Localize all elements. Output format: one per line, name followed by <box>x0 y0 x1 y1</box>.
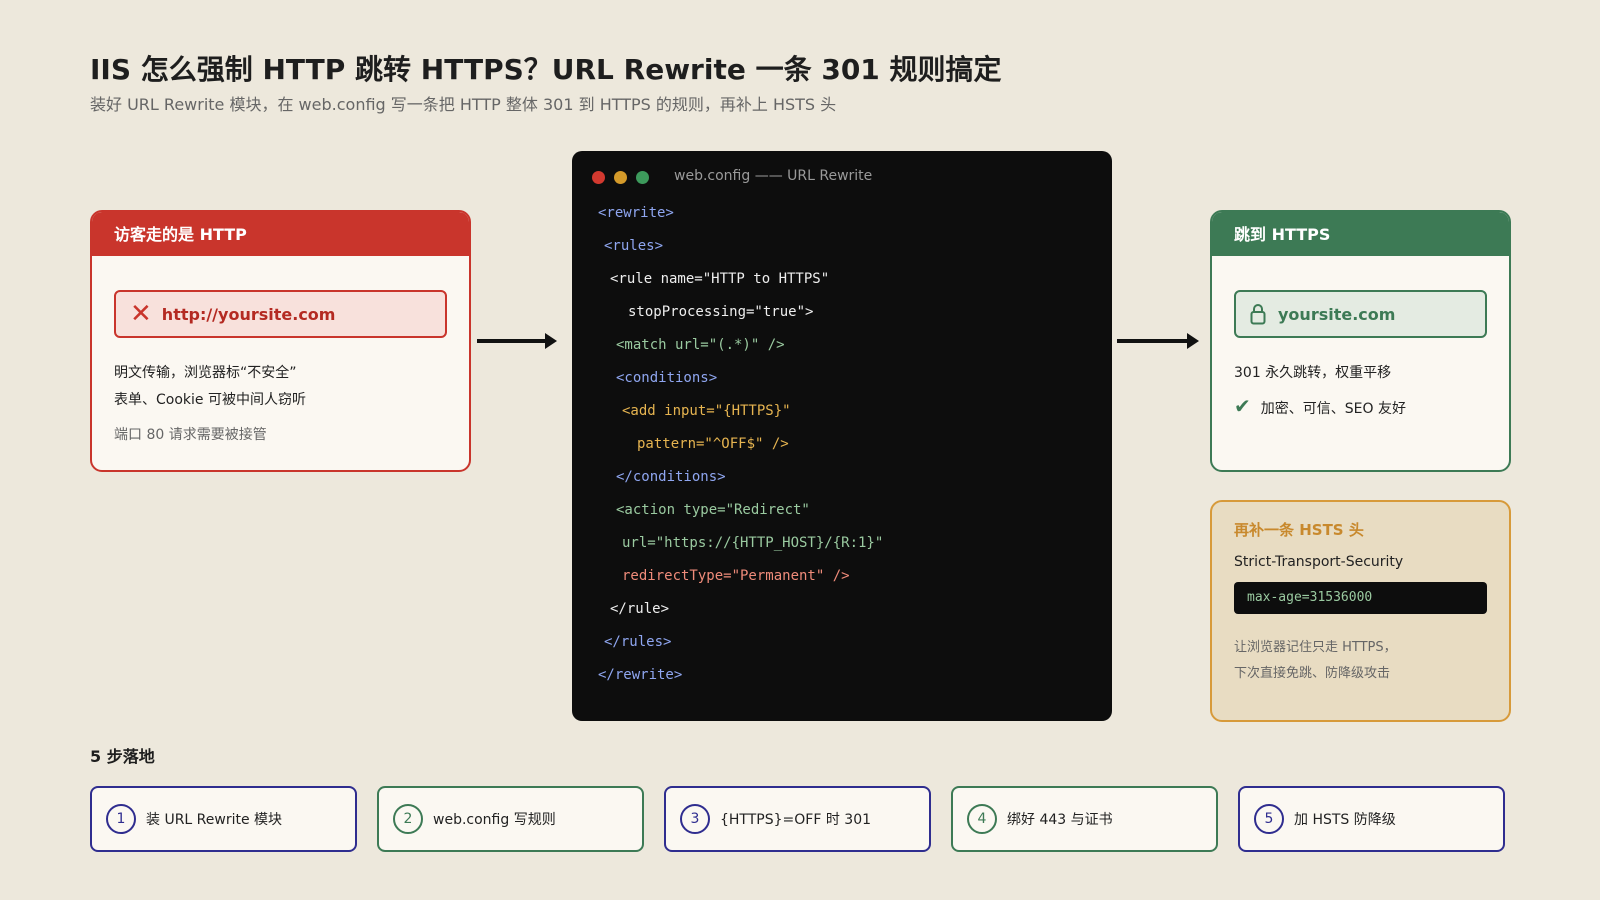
close-dot-icon <box>592 171 605 184</box>
https-url-box: yoursite.com <box>1234 290 1487 338</box>
code-line: redirectType="Permanent" /> <box>622 568 850 584</box>
code-window: web.config —— URL Rewrite <rewrite> <rul… <box>572 151 1112 721</box>
code-line: pattern="^OFF$" /> <box>637 436 789 452</box>
code-line: <rule name="HTTP to HTTPS" <box>610 271 830 287</box>
step-5: 5 加 HSTS 防降级 <box>1238 786 1505 852</box>
x-icon: ✕ <box>130 299 152 329</box>
step-number: 3 <box>680 804 710 834</box>
hsts-header-name: Strict-Transport-Security <box>1234 554 1404 570</box>
step-number: 4 <box>967 804 997 834</box>
http-card-title: 访客走的是 HTTP <box>92 212 469 256</box>
code-line: </rule> <box>610 601 670 617</box>
arrow-right-icon <box>477 333 557 349</box>
hsts-note-1: 让浏览器记住只走 HTTPS， <box>1234 640 1397 655</box>
https-card: 跳到 HTTPS yoursite.com 301 永久跳转，权重平移 ✔ 加密、… <box>1210 210 1511 472</box>
step-3: 3 {HTTPS}=OFF 时 301 <box>664 786 931 852</box>
http-line-3: 端口 80 请求需要被接管 <box>114 427 267 443</box>
code-line: url="https://{HTTP_HOST}/{R:1}" <box>622 535 884 551</box>
code-line: <action type="Redirect" <box>616 502 810 518</box>
arrow-right-icon <box>1117 333 1199 349</box>
http-line-1: 明文传输，浏览器标“不安全” <box>114 365 297 381</box>
code-line: stopProcessing="true"> <box>628 304 814 320</box>
http-url: http://yoursite.com <box>161 304 336 324</box>
hsts-title: 再补一条 HSTS 头 <box>1234 521 1364 539</box>
http-url-box: ✕ http://yoursite.com <box>114 290 447 338</box>
step-label: 加 HSTS 防降级 <box>1294 812 1396 828</box>
hsts-card: 再补一条 HSTS 头 Strict-Transport-Security ma… <box>1210 500 1511 722</box>
https-line-2: 加密、可信、SEO 友好 <box>1260 401 1406 417</box>
step-4: 4 绑好 443 与证书 <box>951 786 1218 852</box>
code-line: <rewrite> <box>598 205 674 221</box>
lock-icon <box>1250 304 1266 325</box>
https-url: yoursite.com <box>1278 304 1396 324</box>
https-line-1: 301 永久跳转，权重平移 <box>1234 365 1392 381</box>
step-label: web.config 写规则 <box>433 812 556 828</box>
code-line: </rules> <box>604 634 672 650</box>
steps-title: 5 步落地 <box>90 747 155 766</box>
page-title: IIS 怎么强制 HTTP 跳转 HTTPS？URL Rewrite 一条 30… <box>90 53 1002 86</box>
code-line: <match url="(.*)" /> <box>616 337 785 353</box>
code-line: </conditions> <box>616 469 726 485</box>
code-line: <conditions> <box>616 370 718 386</box>
code-line: </rewrite> <box>598 667 683 683</box>
check-icon: ✔ <box>1234 394 1251 418</box>
step-label: {HTTPS}=OFF 时 301 <box>720 812 872 828</box>
step-label: 绑好 443 与证书 <box>1007 812 1113 828</box>
code-window-title: web.config —— URL Rewrite <box>674 168 873 184</box>
https-card-title: 跳到 HTTPS <box>1212 212 1509 256</box>
maximize-dot-icon <box>636 171 649 184</box>
http-line-2: 表单、Cookie 可被中间人窃听 <box>114 392 306 408</box>
page-subtitle: 装好 URL Rewrite 模块，在 web.config 写一条把 HTTP… <box>90 95 837 114</box>
step-number: 5 <box>1254 804 1284 834</box>
step-number: 2 <box>393 804 423 834</box>
code-line: <add input="{HTTPS}" <box>622 403 791 419</box>
step-label: 装 URL Rewrite 模块 <box>146 812 283 828</box>
step-2: 2 web.config 写规则 <box>377 786 644 852</box>
code-line: <rules> <box>604 238 664 254</box>
hsts-note-2: 下次直接免跳、防降级攻击 <box>1234 666 1391 681</box>
step-1: 1 装 URL Rewrite 模块 <box>90 786 357 852</box>
minimize-dot-icon <box>614 171 627 184</box>
http-card: 访客走的是 HTTP ✕ http://yoursite.com 明文传输，浏览… <box>90 210 471 472</box>
hsts-header-value: max-age=31536000 <box>1234 582 1487 614</box>
https-line-2-row: ✔ 加密、可信、SEO 友好 <box>1234 394 1406 418</box>
step-number: 1 <box>106 804 136 834</box>
